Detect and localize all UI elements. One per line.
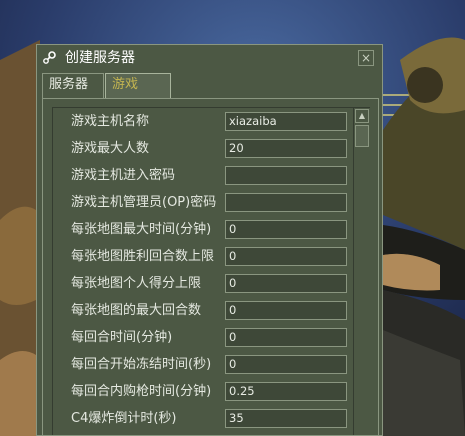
setting-row: C4爆炸倒计时(秒) 35 xyxy=(53,407,353,431)
steam-icon xyxy=(43,51,56,64)
setting-input[interactable]: 20 xyxy=(225,139,347,158)
setting-label: 游戏主机名称 xyxy=(71,114,150,129)
vertical-scrollbar[interactable]: ▲ xyxy=(353,108,371,435)
setting-row: 每回合时间(分钟) 0 xyxy=(53,326,353,350)
setting-input[interactable]: 0 xyxy=(225,355,347,374)
setting-input[interactable]: 0 xyxy=(225,328,347,347)
setting-row: 游戏主机名称 xiazaiba xyxy=(53,110,353,134)
scroll-up-arrow-icon[interactable]: ▲ xyxy=(355,109,369,123)
setting-input[interactable] xyxy=(225,193,347,212)
setting-row: 每张地图的最大回合数 0 xyxy=(53,299,353,323)
setting-row: 每张地图胜利回合数上限 0 xyxy=(53,245,353,269)
setting-label: 游戏主机进入密码 xyxy=(71,168,176,183)
setting-input[interactable]: 0 xyxy=(225,247,347,266)
setting-label: 游戏最大人数 xyxy=(71,141,150,156)
setting-label: 每回合开始冻结时间(秒) xyxy=(71,357,212,372)
setting-label: 游戏主机管理员(OP)密码 xyxy=(71,195,217,210)
setting-label: 每张地图的最大回合数 xyxy=(71,303,202,318)
setting-input[interactable] xyxy=(225,166,347,185)
close-icon[interactable]: × xyxy=(358,50,374,66)
setting-label: 每回合时间(分钟) xyxy=(71,330,173,345)
tab-game[interactable]: 游戏 xyxy=(105,73,171,98)
tab-server[interactable]: 服务器 xyxy=(42,73,104,98)
setting-input[interactable]: 0 xyxy=(225,301,347,320)
setting-label: 每张地图胜利回合数上限 xyxy=(71,249,215,264)
setting-input[interactable]: 35 xyxy=(225,409,347,428)
scrollbar-thumb[interactable] xyxy=(355,125,369,147)
setting-row: 每回合开始冻结时间(秒) 0 xyxy=(53,353,353,377)
game-settings-panel: 游戏主机名称 xiazaiba 游戏最大人数 20 游戏主机进入密码 游戏主机管… xyxy=(42,98,379,435)
setting-row: 每回合内购枪时间(分钟) 0.25 xyxy=(53,380,353,404)
create-server-dialog: 创建服务器 × 服务器 游戏 游戏主机名称 xiazaiba 游戏最大人数 20… xyxy=(36,44,383,436)
setting-input[interactable]: 0 xyxy=(225,220,347,239)
setting-label: 每张地图个人得分上限 xyxy=(71,276,202,291)
setting-row: 每张地图个人得分上限 0 xyxy=(53,272,353,296)
setting-row: 游戏最大人数 20 xyxy=(53,137,353,161)
setting-label: 每张地图最大时间(分钟) xyxy=(71,222,212,237)
setting-label: C4爆炸倒计时(秒) xyxy=(71,411,177,426)
setting-row: 游戏主机管理员(OP)密码 xyxy=(53,191,353,215)
dialog-titlebar[interactable]: 创建服务器 × xyxy=(37,45,382,71)
setting-row: 每张地图最大时间(分钟) 0 xyxy=(53,218,353,242)
settings-list: 游戏主机名称 xiazaiba 游戏最大人数 20 游戏主机进入密码 游戏主机管… xyxy=(52,107,371,435)
setting-input[interactable]: 0.25 xyxy=(225,382,347,401)
setting-input[interactable]: 0 xyxy=(225,274,347,293)
dialog-title: 创建服务器 xyxy=(65,50,135,66)
setting-row: 游戏主机进入密码 xyxy=(53,164,353,188)
setting-label: 每回合内购枪时间(分钟) xyxy=(71,384,212,399)
setting-input[interactable]: xiazaiba xyxy=(225,112,347,131)
